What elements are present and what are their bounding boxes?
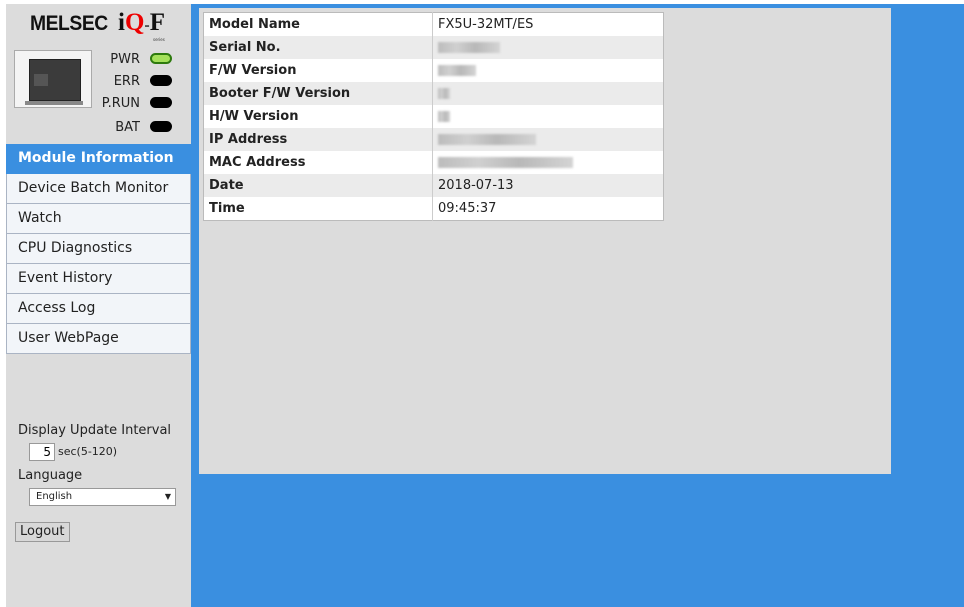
update-interval-input[interactable] <box>29 443 55 461</box>
redacted-value <box>438 134 536 145</box>
update-interval-unit: sec(5-120) <box>58 445 118 458</box>
row-value-redacted <box>432 36 664 59</box>
sidebar-item-user-webpage[interactable]: User WebPage <box>6 324 191 354</box>
logo-i: i <box>118 9 125 36</box>
melsec-logo: MELSEC iQ-F series <box>30 9 165 42</box>
table-row: Model Name FX5U-32MT/ES <box>203 12 664 36</box>
row-key: Model Name <box>203 12 433 36</box>
table-row: Serial No. <box>203 36 664 59</box>
update-interval-label: Display Update Interval <box>18 423 172 438</box>
row-value-redacted <box>433 59 664 82</box>
row-value-redacted <box>432 128 664 151</box>
led-prun: P.RUN <box>98 94 178 114</box>
err-led-indicator <box>150 75 172 86</box>
plc-module-base <box>25 101 83 105</box>
logo-q: Q <box>124 9 145 36</box>
table-row: IP Address <box>203 128 664 151</box>
row-value: FX5U-32MT/ES <box>438 17 534 32</box>
row-value: 2018-07-13 <box>432 174 664 197</box>
redacted-value <box>438 111 450 122</box>
logo-iqf-text: iQ-F <box>118 9 165 37</box>
plc-module-image <box>14 50 92 108</box>
led-label: PWR <box>110 52 140 67</box>
table-row: H/W Version <box>203 105 664 128</box>
language-selected-value: English <box>36 491 73 502</box>
redacted-value <box>438 157 573 168</box>
table-row: Booter F/W Version <box>203 82 664 105</box>
sidebar-item-device-batch-monitor[interactable]: Device Batch Monitor <box>6 174 191 204</box>
row-key: Time <box>203 197 433 221</box>
sidebar-item-cpu-diagnostics[interactable]: CPU Diagnostics <box>6 234 191 264</box>
led-label: BAT <box>115 120 140 135</box>
logo-f: F <box>149 9 166 36</box>
row-key: Serial No. <box>203 36 433 59</box>
bat-led-indicator <box>150 121 172 132</box>
sidebar-item-module-information[interactable]: Module Information <box>6 144 191 174</box>
table-row: Time 09:45:37 <box>203 197 664 221</box>
prun-led-indicator <box>150 97 172 108</box>
row-key: F/W Version <box>203 59 433 82</box>
led-pwr: PWR <box>98 50 178 70</box>
row-key: MAC Address <box>203 151 433 174</box>
row-key: Booter F/W Version <box>203 82 433 105</box>
sidebar-item-watch[interactable]: Watch <box>6 204 191 234</box>
chevron-down-icon: ▼ <box>164 492 171 501</box>
module-info-table: Model Name FX5U-32MT/ES Serial No. F/W V… <box>203 12 664 221</box>
language-label: Language <box>18 468 83 483</box>
logo-series-text: series <box>153 37 165 42</box>
row-key: IP Address <box>203 128 433 151</box>
redacted-value <box>438 88 450 99</box>
row-key: H/W Version <box>203 105 433 128</box>
sidebar-item-access-log[interactable]: Access Log <box>6 294 191 324</box>
led-label: ERR <box>113 74 140 89</box>
pwr-led-indicator <box>150 53 172 64</box>
logout-button[interactable]: Logout <box>15 522 70 542</box>
led-bat: BAT <box>98 118 178 138</box>
sidebar-item-event-history[interactable]: Event History <box>6 264 191 294</box>
redacted-value <box>438 65 476 76</box>
sidebar-nav: Module Information Device Batch Monitor … <box>6 144 191 354</box>
row-value: 09:45:37 <box>438 201 497 216</box>
row-key: Date <box>203 174 433 197</box>
language-select[interactable]: English ▼ <box>29 488 176 506</box>
row-value-redacted <box>433 151 664 174</box>
table-row: Date 2018-07-13 <box>203 174 664 197</box>
table-row: F/W Version <box>203 59 664 82</box>
redacted-value <box>438 42 500 53</box>
logo-melsec-text: MELSEC <box>30 12 108 35</box>
led-err: ERR <box>98 72 178 92</box>
main-content-panel: Model Name FX5U-32MT/ES Serial No. F/W V… <box>199 8 891 474</box>
row-value-redacted <box>432 82 664 105</box>
plc-module-body <box>29 59 81 101</box>
table-row: MAC Address <box>203 151 664 174</box>
row-value-redacted <box>433 105 664 128</box>
led-label: P.RUN <box>101 96 140 111</box>
